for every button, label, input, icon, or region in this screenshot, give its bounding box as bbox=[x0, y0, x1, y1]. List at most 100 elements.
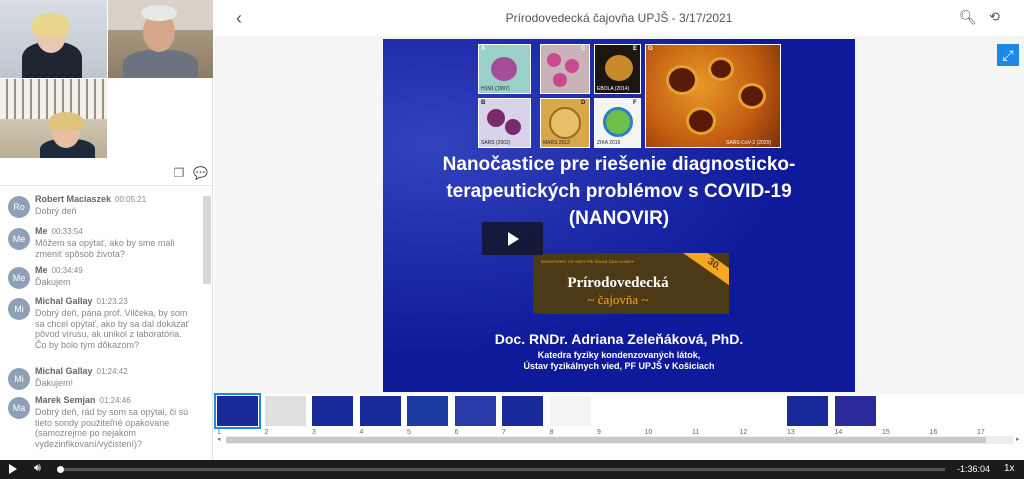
avatar: Mi bbox=[8, 298, 30, 320]
slide-thumbnail[interactable] bbox=[263, 395, 307, 427]
message-text: Ďakujem bbox=[35, 277, 71, 287]
virus-image-g: G SARS-CoV-2 (2020) bbox=[645, 44, 781, 148]
progress-track[interactable] bbox=[60, 468, 945, 471]
search-icon[interactable]: 🔍︎ bbox=[959, 9, 977, 26]
sender-name: Michal Gallay bbox=[35, 296, 93, 306]
participant-video-2[interactable] bbox=[108, 0, 213, 78]
thumbnail-number: 15 bbox=[882, 429, 890, 436]
slide-author: Doc. RNDr. Adriana Zeleňáková, PhD. bbox=[494, 331, 744, 347]
avatar: Me bbox=[8, 228, 30, 250]
play-icon[interactable] bbox=[9, 464, 17, 474]
copy-icon[interactable]: ❐ bbox=[172, 166, 186, 180]
video-player-bar: 🔊︎ -1:36:04 1x bbox=[0, 460, 1024, 479]
play-button[interactable] bbox=[482, 222, 543, 255]
virus-image-e: E EBOLA (2014) bbox=[594, 44, 641, 94]
thumbnail-scrollbar[interactable] bbox=[226, 436, 1014, 444]
slide-thumbnail[interactable] bbox=[786, 395, 829, 427]
thumbnail-number: 13 bbox=[787, 429, 795, 436]
virus-image-d: D MARS 2012 bbox=[540, 98, 590, 148]
playback-speed[interactable]: 1x bbox=[1004, 463, 1015, 474]
slide-thumbnail[interactable] bbox=[453, 395, 497, 427]
sender-name: Me bbox=[35, 226, 48, 236]
slide-thumbnail[interactable] bbox=[406, 395, 449, 427]
chat-message: Ma Marek Semjan 01:24:46 Dobrý deň, rád b… bbox=[0, 395, 200, 460]
slide-thumbnail[interactable] bbox=[691, 395, 734, 427]
chat-toolbar: ❐ 💬 bbox=[0, 160, 213, 186]
slide-thumbnail[interactable] bbox=[501, 395, 544, 427]
thumbnail-number: 9 bbox=[597, 429, 601, 436]
top-bar: ‹ Prírodovedecká čajovňa UPJŠ - 3/17/202… bbox=[214, 0, 1024, 36]
avatar: Me bbox=[8, 267, 30, 289]
slide-thumbnail[interactable] bbox=[738, 395, 782, 427]
thumbnail-number: 3 bbox=[312, 429, 316, 436]
message-text: Môžem sa opýtať, ako by sme mali zmeniť … bbox=[35, 238, 175, 259]
event-logo: 30. ROZHOVORY OD VEDY PRI ŠÁLKE ČAJU A K… bbox=[533, 253, 729, 314]
thumbnail-number: 12 bbox=[739, 429, 748, 436]
chat-message: Mi Michal Gallay 01:24:42 Ďakujem! bbox=[0, 366, 200, 394]
message-time: 01:23:23 bbox=[96, 297, 128, 306]
chat-bubble-icon[interactable]: 💬 bbox=[193, 166, 208, 180]
message-time: 00:05:21 bbox=[115, 195, 147, 204]
slide-thumbnail[interactable] bbox=[214, 393, 261, 429]
thumbnail-number: 5 bbox=[407, 429, 411, 436]
chat-scrollbar[interactable] bbox=[203, 196, 211, 284]
volume-icon[interactable]: 🔊︎ bbox=[34, 462, 41, 475]
presentation-slide[interactable]: A H1N1 (1997) C E EBOLA (2014) B SARS (2… bbox=[383, 39, 855, 392]
chat-message: Ro Robert Maciaszek 00:05:21 Dobrý deň bbox=[0, 194, 200, 222]
thumbnail-number: 10 bbox=[644, 429, 653, 436]
side-panel: ❐ 💬 Ro Robert Maciaszek 00:05:21 Dobrý de… bbox=[0, 0, 213, 460]
slide-affiliation-2: Ústav fyzikálnych vied, PF UPJŠ v Košici… bbox=[523, 361, 715, 371]
slide-thumbnail[interactable] bbox=[596, 395, 639, 427]
scroll-right-icon[interactable]: ▸ bbox=[1016, 435, 1020, 443]
sender-name: Me bbox=[35, 265, 48, 275]
slide-thumbnail[interactable] bbox=[833, 395, 877, 427]
chat-message: Me Me 00:34:49 Ďakujem bbox=[0, 265, 200, 293]
avatar: Mi bbox=[8, 368, 30, 390]
virus-image-c: C bbox=[540, 44, 590, 94]
message-text: Ďakujem! bbox=[35, 378, 74, 388]
slide-title: Nanočastice pre riešenie diagnosticko- t… bbox=[442, 154, 796, 229]
slide-thumbnail[interactable] bbox=[311, 395, 354, 427]
thumbnail-number: 7 bbox=[502, 429, 506, 436]
virus-image-b: B SARS (2002) bbox=[478, 98, 531, 148]
participant-video-1[interactable] bbox=[0, 0, 107, 78]
slide-thumbnail[interactable] bbox=[643, 395, 687, 427]
sender-name: Robert Maciaszek bbox=[35, 194, 112, 204]
slide-thumbnail[interactable] bbox=[976, 395, 1019, 427]
message-time: 01:24:42 bbox=[96, 367, 128, 376]
sender-name: Marek Semjan bbox=[35, 395, 96, 405]
avatar: Ma bbox=[8, 397, 30, 419]
message-time: 01:24:46 bbox=[99, 396, 131, 405]
avatar: Ro bbox=[8, 196, 30, 218]
chat-message: Mi Michal Gallay 01:23:23 Dobrý deň, pána… bbox=[0, 296, 200, 362]
message-text: Dobrý deň, pána prof. Vilčeka, by som sa… bbox=[35, 308, 189, 350]
slide-thumbnail[interactable] bbox=[928, 395, 972, 427]
virus-image-f: F ZIKA 2016 bbox=[594, 98, 641, 148]
participant-video-3[interactable] bbox=[0, 79, 107, 158]
chat-list[interactable]: Ro Robert Maciaszek 00:05:21 Dobrý deň Me… bbox=[0, 187, 213, 460]
thumbnail-number: 11 bbox=[692, 429, 700, 436]
page-title: Prírodovedecká čajovňa UPJŠ - 3/17/2021 bbox=[505, 11, 733, 25]
slide-thumbnail[interactable] bbox=[358, 395, 402, 427]
rotate-icon[interactable]: ⟲ bbox=[989, 9, 1000, 25]
message-text: Dobrý deň bbox=[35, 206, 77, 216]
thumbnail-number: 14 bbox=[834, 429, 843, 436]
message-text: Dobrý deň, rád by som sa opýtal, či sú t… bbox=[35, 407, 189, 449]
slide-thumbnail[interactable] bbox=[548, 395, 592, 427]
slide-thumbnail[interactable] bbox=[881, 395, 924, 427]
thumbnail-number: 2 bbox=[264, 429, 269, 436]
message-time: 00:33:54 bbox=[51, 227, 83, 236]
message-time: 00:34:49 bbox=[51, 266, 83, 275]
sender-name: Michal Gallay bbox=[35, 366, 93, 376]
chat-message: Me Me 00:33:54 Môžem sa opýtať, ako by sm… bbox=[0, 226, 200, 262]
remaining-time: -1:36:04 bbox=[957, 464, 991, 474]
thumbnail-number: 4 bbox=[359, 429, 364, 436]
virus-image-a: A H1N1 (1997) bbox=[478, 44, 531, 94]
thumbnail-number: 6 bbox=[454, 429, 459, 436]
progress-knob[interactable] bbox=[57, 466, 64, 473]
expand-icon[interactable]: ⤢ bbox=[997, 44, 1019, 66]
thumbnail-number: 16 bbox=[929, 429, 938, 436]
thumbnail-number: 8 bbox=[549, 429, 554, 436]
thumbnail-number: 17 bbox=[977, 429, 985, 436]
scroll-left-icon[interactable]: ◂ bbox=[217, 435, 221, 443]
